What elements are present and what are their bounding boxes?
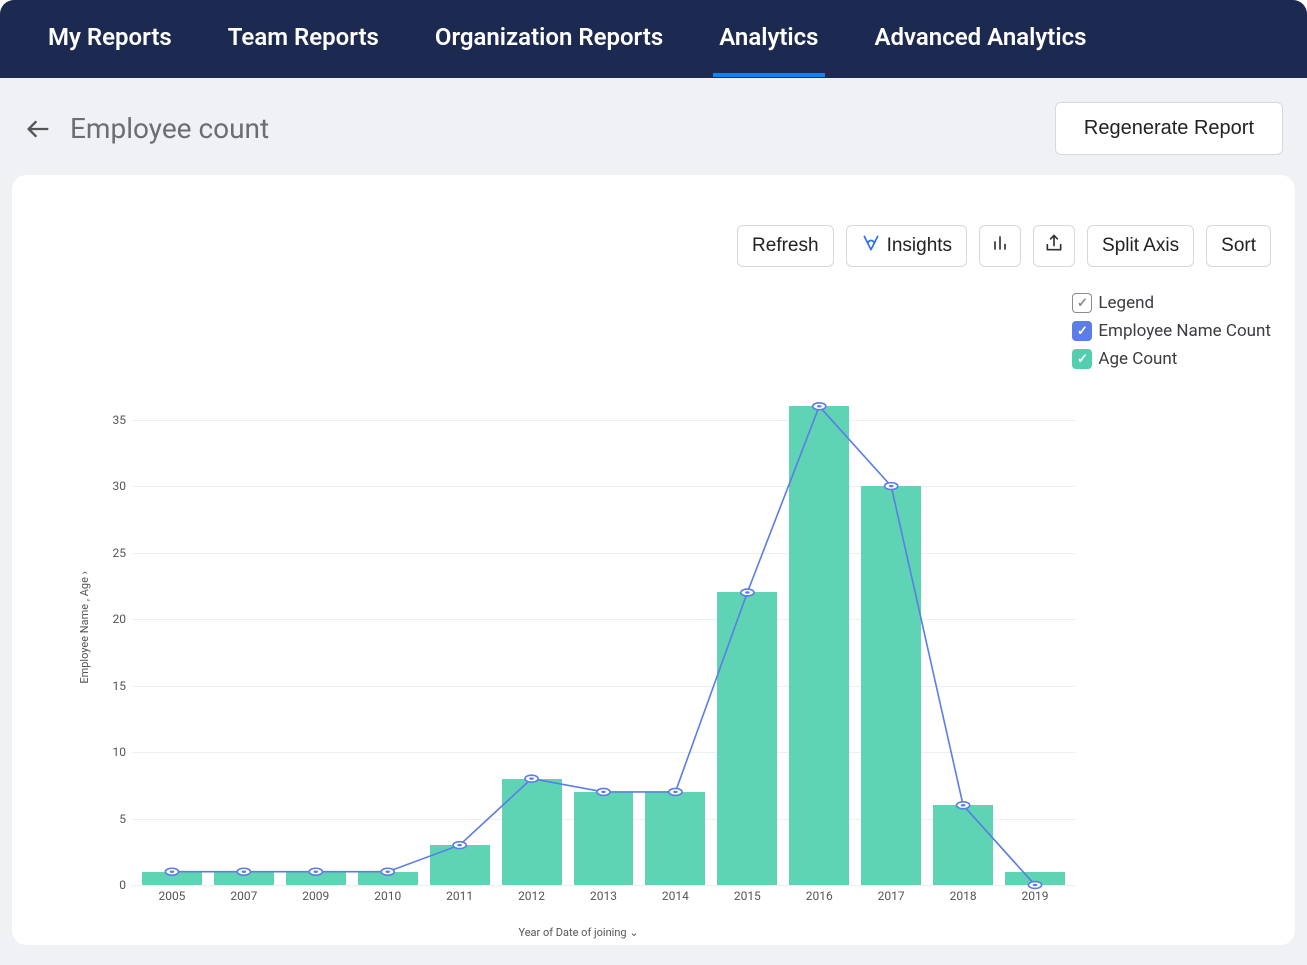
tab-my-reports[interactable]: My Reports: [48, 23, 172, 55]
x-tick: 2017: [878, 889, 905, 903]
x-tick: 2007: [230, 889, 257, 903]
y-tick: 35: [94, 413, 126, 427]
regenerate-report-button[interactable]: Regenerate Report: [1055, 102, 1283, 155]
legend-series1-label: Employee Name Count: [1098, 321, 1271, 341]
legend-series2-label: Age Count: [1098, 349, 1177, 369]
x-tick: 2009: [302, 889, 329, 903]
y-tick: 25: [94, 546, 126, 560]
bar-chart-icon: [990, 233, 1010, 259]
y-axis-label: Employee Name , Age: [78, 571, 91, 684]
sort-button[interactable]: Sort: [1206, 225, 1271, 267]
back-arrow-icon[interactable]: [24, 115, 52, 143]
y-tick: 5: [94, 812, 126, 826]
page-header: Employee count Regenerate Report: [0, 78, 1307, 175]
split-axis-button[interactable]: Split Axis: [1087, 225, 1194, 267]
x-axis-label: Year of Date of joining: [518, 926, 638, 939]
chart-area: Employee Name , Age Year of Date of join…: [82, 393, 1075, 905]
y-tick: 15: [94, 679, 126, 693]
tab-advanced-analytics[interactable]: Advanced Analytics: [875, 23, 1087, 55]
y-tick: 0: [94, 878, 126, 892]
x-tick: 2019: [1022, 889, 1049, 903]
y-tick: 20: [94, 612, 126, 626]
tab-team-reports[interactable]: Team Reports: [228, 23, 379, 55]
export-icon: [1044, 233, 1064, 259]
x-tick: 2015: [734, 889, 761, 903]
x-tick: 2014: [662, 889, 689, 903]
legend: ✓ Legend ✓ Employee Name Count ✓ Age Cou…: [1072, 293, 1271, 377]
legend-series2-swatch[interactable]: ✓: [1072, 349, 1092, 369]
x-tick: 2010: [374, 889, 401, 903]
x-tick: 2016: [806, 889, 833, 903]
tab-organization-reports[interactable]: Organization Reports: [435, 23, 663, 55]
x-tick: 2005: [158, 889, 185, 903]
line-series: [132, 393, 1075, 885]
x-tick: 2011: [446, 889, 473, 903]
refresh-button[interactable]: Refresh: [737, 225, 834, 267]
page-title: Employee count: [70, 112, 269, 145]
x-tick: 2012: [518, 889, 545, 903]
x-tick: 2013: [590, 889, 617, 903]
legend-title: Legend: [1098, 293, 1154, 313]
export-button[interactable]: [1033, 225, 1075, 267]
x-tick: 2018: [950, 889, 977, 903]
chart-type-button[interactable]: [979, 225, 1021, 267]
insights-button[interactable]: Insights: [846, 225, 967, 267]
topnav: My Reports Team Reports Organization Rep…: [0, 0, 1307, 78]
tab-analytics[interactable]: Analytics: [719, 23, 818, 55]
legend-series1-swatch[interactable]: ✓: [1072, 321, 1092, 341]
plot-region: 0510152025303520052007200920102011201220…: [132, 393, 1075, 885]
insights-zia-icon: [861, 233, 881, 259]
chart-toolbar: Refresh Insights Split Axis Sort: [737, 225, 1271, 267]
y-tick: 30: [94, 479, 126, 493]
y-tick: 10: [94, 745, 126, 759]
chart-card: Refresh Insights Split Axis Sort ✓ Legen…: [12, 175, 1295, 945]
grid-line: [132, 885, 1075, 886]
insights-label: Insights: [887, 235, 952, 257]
legend-toggle-icon[interactable]: ✓: [1072, 293, 1092, 313]
